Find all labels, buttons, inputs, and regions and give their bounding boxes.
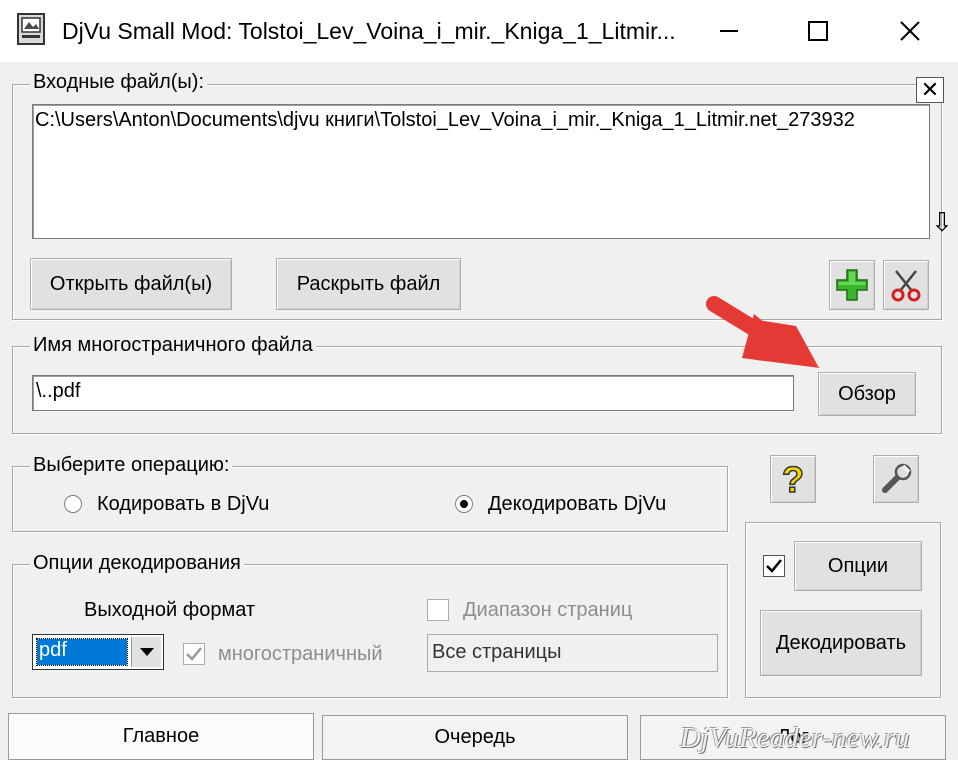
close-button[interactable] bbox=[864, 0, 956, 62]
move-down-button[interactable]: ⇩ bbox=[930, 205, 954, 239]
multipage-legend: Имя многостраничного файла bbox=[30, 334, 316, 357]
radio-selected-dot bbox=[460, 500, 468, 508]
clear-list-button[interactable]: ✕ bbox=[916, 77, 944, 103]
svg-text:?: ? bbox=[782, 461, 804, 497]
help-question-icon: ? bbox=[781, 461, 805, 497]
decode-radio[interactable] bbox=[455, 495, 473, 513]
maximize-button[interactable] bbox=[772, 0, 864, 62]
page-range-label: Диапазон страниц bbox=[463, 599, 633, 621]
expand-file-button[interactable]: Раскрыть файл bbox=[276, 258, 461, 310]
multipage-filename-input[interactable]: \..pdf bbox=[32, 375, 794, 411]
title-bar: DjVu Small Mod: Tolstoi_Lev_Voina_i_mir.… bbox=[0, 0, 958, 62]
minimize-button[interactable] bbox=[683, 0, 775, 62]
plus-icon bbox=[836, 269, 868, 301]
operation-legend: Выберите операцию: bbox=[30, 454, 233, 477]
checkmark-icon bbox=[186, 647, 202, 661]
remove-file-button[interactable] bbox=[883, 260, 929, 310]
checkmark-icon bbox=[766, 559, 782, 573]
decode-options-legend: Опции декодирования bbox=[30, 552, 244, 575]
chevron-down-icon bbox=[139, 648, 154, 656]
settings-button[interactable] bbox=[873, 455, 919, 503]
wrench-icon bbox=[882, 463, 912, 493]
close-icon bbox=[900, 21, 920, 41]
maximize-icon bbox=[808, 21, 828, 41]
red-arrow-annotation bbox=[706, 296, 820, 368]
multipage-label: многостраничный bbox=[218, 643, 383, 665]
input-files-list[interactable]: C:\Users\Anton\Documents\djvu книги\Tols… bbox=[32, 104, 930, 239]
browse-button[interactable]: Обзор bbox=[818, 372, 916, 416]
tab-main[interactable]: Главное bbox=[8, 713, 314, 760]
input-files-legend: Входные файл(ы): bbox=[30, 71, 208, 94]
watermark: DjVuReader-new.ru bbox=[680, 722, 910, 754]
scissors-icon bbox=[891, 270, 921, 302]
arrow-down-icon: ⇩ bbox=[931, 206, 953, 237]
output-format-label: Выходной формат bbox=[84, 599, 256, 621]
multipage-checkbox[interactable] bbox=[183, 643, 205, 665]
decode-button[interactable]: Декодировать bbox=[760, 610, 922, 676]
options-checkbox[interactable] bbox=[763, 555, 785, 577]
open-files-button[interactable]: Открыть файл(ы) bbox=[30, 258, 232, 310]
encode-label[interactable]: Кодировать в DjVu bbox=[97, 493, 269, 516]
pages-input[interactable]: Все страницы bbox=[427, 634, 718, 672]
pages-value[interactable]: Все страницы bbox=[432, 641, 561, 663]
minimize-icon bbox=[720, 30, 738, 32]
decode-label[interactable]: Декодировать DjVu bbox=[488, 493, 666, 516]
decode-options-group bbox=[12, 564, 728, 698]
add-file-button[interactable] bbox=[829, 260, 875, 310]
format-select[interactable]: pdf bbox=[32, 634, 164, 670]
options-button[interactable]: Опции bbox=[794, 541, 922, 591]
multipage-filename-value[interactable]: \..pdf bbox=[36, 380, 80, 402]
format-dropdown-button[interactable] bbox=[131, 637, 161, 667]
app-icon bbox=[17, 13, 45, 45]
format-selected-value[interactable]: pdf bbox=[36, 638, 128, 666]
window-title: DjVu Small Mod: Tolstoi_Lev_Voina_i_mir.… bbox=[62, 18, 676, 44]
page-range-checkbox[interactable] bbox=[427, 599, 449, 621]
clear-x-icon: ✕ bbox=[920, 77, 940, 102]
help-button[interactable]: ? bbox=[770, 455, 816, 503]
encode-radio[interactable] bbox=[64, 495, 82, 513]
input-file-path[interactable]: C:\Users\Anton\Documents\djvu книги\Tols… bbox=[35, 109, 855, 131]
tab-queue[interactable]: Очередь bbox=[322, 715, 628, 760]
